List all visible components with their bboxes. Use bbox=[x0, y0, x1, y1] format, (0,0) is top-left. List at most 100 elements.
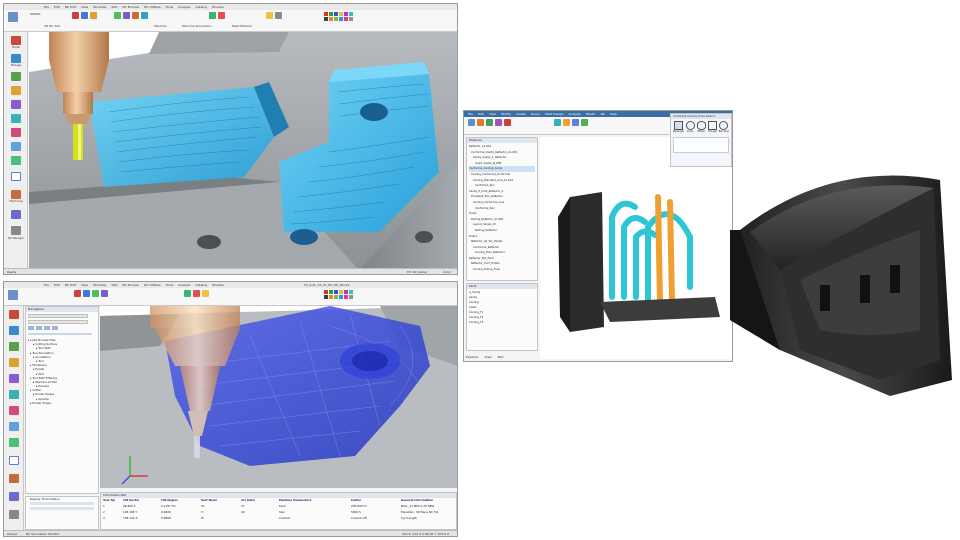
bottom-cut-icon[interactable] bbox=[9, 342, 19, 351]
text-tool-icon[interactable] bbox=[266, 12, 273, 19]
transform-icon[interactable] bbox=[90, 12, 97, 19]
toolpath-icon[interactable] bbox=[114, 12, 121, 19]
nav-tree-item[interactable]: ▸ Holder Shape bbox=[28, 401, 96, 405]
drill-icon[interactable] bbox=[123, 12, 130, 19]
cross-section-option[interactable]: Circle bbox=[685, 121, 695, 133]
menu-item-nc-edit[interactable]: NC Edit bbox=[65, 5, 76, 9]
menu-item-edit[interactable]: Edit bbox=[478, 112, 484, 116]
right-extrude-icon[interactable] bbox=[495, 119, 502, 126]
right-baffle-icon[interactable] bbox=[572, 119, 579, 126]
contour-side-icon[interactable] bbox=[11, 142, 21, 151]
verify-icon[interactable] bbox=[218, 12, 225, 19]
menu-item-windows[interactable]: Windows bbox=[93, 283, 106, 287]
bottom-nc-icon[interactable] bbox=[9, 492, 19, 501]
cross-section-option[interactable]: Triangle bbox=[707, 121, 717, 133]
menu-item-nc-process[interactable]: NC Process bbox=[122, 283, 139, 287]
bottom-machining-icon[interactable] bbox=[9, 474, 19, 483]
cut-icon[interactable] bbox=[11, 72, 21, 81]
bottom-settings-icon[interactable] bbox=[9, 510, 19, 519]
bottom-verify-side-icon[interactable] bbox=[9, 438, 19, 447]
menu-item-edit[interactable]: Edit bbox=[54, 283, 60, 287]
right-line-icon[interactable] bbox=[477, 119, 484, 126]
menu-item-tools[interactable]: Tools bbox=[166, 5, 173, 9]
top-3d-viewport[interactable] bbox=[29, 32, 457, 268]
cross-section-option[interactable]: Tear Drop bbox=[718, 121, 729, 133]
resize-icon[interactable] bbox=[275, 12, 282, 19]
bottom-drill-side-icon[interactable] bbox=[9, 422, 19, 431]
right-select-icon[interactable] bbox=[468, 119, 475, 126]
nc-manager-icon[interactable] bbox=[11, 210, 21, 219]
bottom-mirror-icon[interactable] bbox=[74, 290, 81, 297]
model-button[interactable] bbox=[8, 12, 18, 22]
pocket-icon[interactable] bbox=[141, 12, 148, 19]
cross-section-option[interactable]: Rectangle bbox=[673, 121, 684, 133]
menu-item-part[interactable]: Part bbox=[111, 5, 117, 9]
right-cut-icon[interactable] bbox=[504, 119, 511, 126]
dialog-parameters[interactable] bbox=[673, 137, 729, 153]
right-tab[interactable]: Part bbox=[498, 355, 504, 359]
menu-item-view[interactable]: View bbox=[81, 5, 88, 9]
nav-play-button[interactable] bbox=[28, 326, 34, 330]
bottom-pocket-icon[interactable] bbox=[9, 390, 19, 399]
menu-item-catalog[interactable]: Catalog bbox=[195, 283, 207, 287]
right-cooling-icon[interactable] bbox=[554, 119, 561, 126]
right-tab[interactable]: View bbox=[485, 355, 492, 359]
menu-item-nc-utilities[interactable]: NC Utilities bbox=[144, 283, 161, 287]
bottom-model-side-icon[interactable] bbox=[9, 310, 19, 319]
menu-item-nc[interactable]: NC bbox=[601, 112, 605, 116]
copy-icon[interactable] bbox=[81, 12, 88, 19]
menu-item-analysis[interactable]: Analysis bbox=[178, 5, 190, 9]
simulate-icon[interactable] bbox=[209, 12, 216, 19]
cross-section-option[interactable]: Ellipse bbox=[696, 121, 706, 133]
mirror-icon[interactable] bbox=[72, 12, 79, 19]
drill-side-icon[interactable] bbox=[11, 100, 21, 109]
profile-icon[interactable] bbox=[11, 114, 21, 123]
bottom-manage-icon[interactable] bbox=[9, 326, 19, 335]
simulation-icon[interactable] bbox=[11, 156, 21, 165]
menu-item-nc-edit[interactable]: NC Edit bbox=[65, 283, 76, 287]
menu-item-nc-utilities[interactable]: NC Utilities bbox=[144, 5, 161, 9]
settings-icon[interactable] bbox=[11, 226, 21, 235]
bottom-status-output[interactable]: Output bbox=[7, 532, 17, 536]
right-check-icon[interactable] bbox=[581, 119, 588, 126]
right-channel-icon[interactable] bbox=[563, 119, 570, 126]
right-arc-icon[interactable] bbox=[486, 119, 493, 126]
bottom-status-monitor[interactable]: NC Simulation Monitor bbox=[26, 532, 60, 536]
feature-tree-item[interactable]: Cooling_Tubing_Final bbox=[469, 267, 535, 273]
menu-item-query[interactable]: Query bbox=[531, 112, 540, 116]
nav-stop-button[interactable] bbox=[44, 326, 50, 330]
bottom-sim-icon[interactable] bbox=[184, 290, 191, 297]
display-slider[interactable] bbox=[30, 502, 94, 506]
menu-item-file[interactable]: File bbox=[44, 5, 49, 9]
bottom-verify-icon[interactable] bbox=[193, 290, 200, 297]
contour-icon[interactable] bbox=[132, 12, 139, 19]
machining-icon[interactable] bbox=[11, 190, 21, 199]
menu-item-window[interactable]: Window bbox=[212, 5, 224, 9]
right-3d-viewport[interactable] bbox=[540, 137, 732, 359]
menu-item-create[interactable]: Create bbox=[516, 112, 526, 116]
bottom-process-icon[interactable] bbox=[9, 358, 19, 367]
bottom-snowflake-icon[interactable] bbox=[9, 456, 19, 465]
parts-list-item[interactable]: Cooling_T3 bbox=[469, 320, 535, 325]
display-slider-2[interactable] bbox=[30, 507, 94, 511]
bottom-profile-icon[interactable] bbox=[9, 374, 19, 383]
menu-item-windows[interactable]: Windows bbox=[93, 5, 106, 9]
right-tab[interactable]: Explorer bbox=[466, 355, 479, 359]
bottom-text-icon[interactable] bbox=[202, 290, 209, 297]
bottom-path-icon[interactable] bbox=[92, 290, 99, 297]
bottom-contour-icon[interactable] bbox=[9, 406, 19, 415]
menu-item-analysis[interactable]: Analysis bbox=[178, 283, 190, 287]
bottom-model-button[interactable] bbox=[8, 290, 18, 300]
menu-item-file[interactable]: File bbox=[44, 283, 49, 287]
menu-item-tools[interactable]: Tools bbox=[166, 283, 173, 287]
snowflake-icon[interactable] bbox=[11, 172, 21, 181]
bottom-copy-icon[interactable] bbox=[83, 290, 90, 297]
nav-slider[interactable] bbox=[28, 333, 92, 335]
menu-item-file[interactable]: File bbox=[468, 112, 473, 116]
menu-item-view[interactable]: View bbox=[81, 283, 88, 287]
menu-item-help[interactable]: Help bbox=[610, 112, 617, 116]
nav-field-1[interactable] bbox=[28, 314, 88, 318]
bottom-3d-viewport[interactable] bbox=[100, 306, 457, 488]
menu-item-catalog[interactable]: Catalog bbox=[195, 5, 207, 9]
menu-item-modify[interactable]: Modify bbox=[501, 112, 511, 116]
